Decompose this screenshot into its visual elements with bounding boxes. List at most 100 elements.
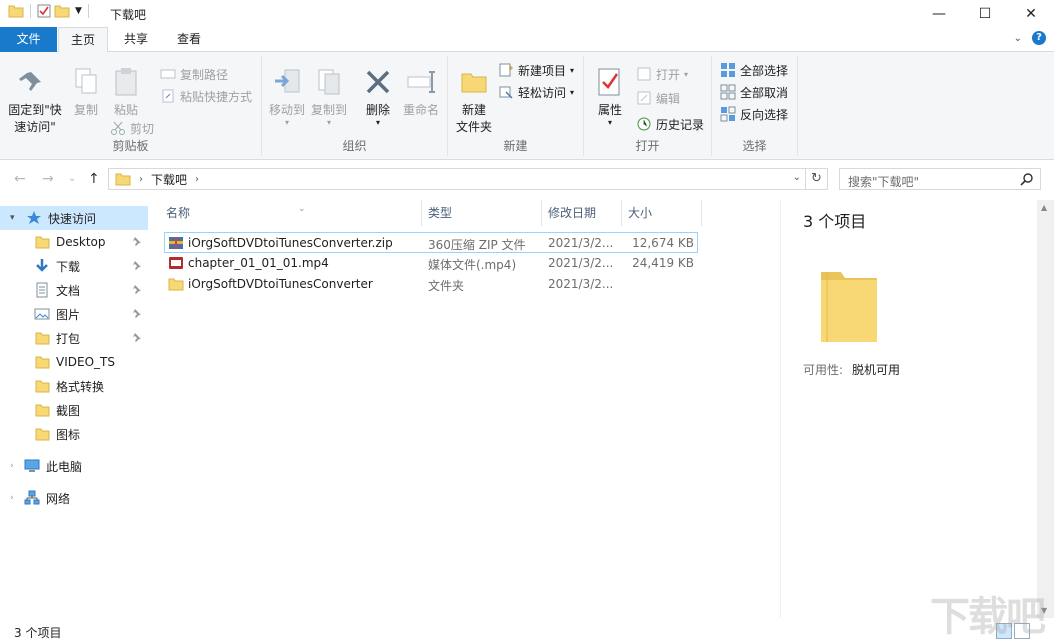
new-group: 新建 文件夹 新建项目 ▾ 轻松访问 ▾ 新建 — [448, 56, 584, 156]
picture-icon — [34, 308, 50, 320]
nav-item-video-ts[interactable]: VIDEO_TS — [0, 350, 148, 374]
address-bar[interactable]: › 下载吧 › ⌄ ↻ — [108, 168, 828, 190]
pin-icon[interactable] — [132, 236, 142, 246]
nav-item-downloads[interactable]: 下载 — [0, 254, 148, 278]
paste-button[interactable]: 粘贴 — [108, 66, 144, 119]
up-arrow-icon[interactable]: ↑ — [88, 171, 100, 187]
help-icon[interactable]: ? — [1032, 31, 1046, 45]
copy-label: 复制 — [73, 103, 98, 117]
copy-path-label: 复制路径 — [180, 67, 229, 82]
properties-qat-icon[interactable] — [37, 4, 51, 18]
open-button[interactable]: 打开 ▾ — [636, 64, 688, 84]
maximize-button[interactable]: ☐ — [962, 0, 1008, 27]
ribbon-tabs: 文件 主页 共享 查看 ⌄ ? — [0, 27, 1054, 53]
select-none-icon — [720, 84, 736, 100]
pin-icon[interactable] — [132, 284, 142, 294]
new-folder-qat-icon[interactable] — [54, 4, 70, 18]
file-date: 2021/3/2... — [548, 277, 614, 291]
copy-to-icon — [318, 69, 340, 95]
tab-file[interactable]: 文件 — [0, 27, 57, 52]
column-header-size[interactable]: 大小 — [622, 200, 702, 226]
column-header-type[interactable]: 类型 — [422, 200, 542, 226]
history-button[interactable]: 历史记录 — [636, 114, 704, 134]
edit-button[interactable]: 编辑 — [636, 88, 680, 108]
minimize-button[interactable]: — — [916, 0, 962, 27]
refresh-icon[interactable]: ↻ — [805, 169, 827, 189]
invert-selection-button[interactable]: 反向选择 — [720, 104, 788, 124]
ribbon-expand-icon[interactable]: ⌄ — [1014, 33, 1022, 44]
table-row[interactable]: iOrgSoftDVDtoiTunesConverter.zip 360压缩 Z… — [164, 232, 698, 253]
move-to-button[interactable]: 移动到 ▾ — [266, 66, 308, 127]
pin-quick-access-button[interactable]: 固定到"快 速访问" — [6, 66, 64, 136]
nav-item-label: 文档 — [56, 283, 81, 298]
tab-share[interactable]: 共享 — [112, 27, 160, 52]
back-arrow-icon[interactable]: ← — [14, 171, 26, 187]
forward-arrow-icon[interactable]: → — [42, 171, 54, 187]
expand-chevron-icon[interactable]: › — [10, 493, 14, 503]
select-all-button[interactable]: 全部选择 — [720, 60, 788, 80]
pin-icon[interactable] — [132, 260, 142, 270]
nav-item-network[interactable]: › 网络 — [0, 486, 148, 510]
rename-button[interactable]: 重命名 — [400, 66, 442, 119]
pin-icon[interactable] — [132, 308, 142, 318]
scissors-icon — [111, 121, 125, 135]
breadcrumb-chevron-icon[interactable]: › — [139, 174, 143, 185]
cut-button[interactable]: 剪切 — [110, 118, 154, 138]
nav-item-documents[interactable]: 文档 — [0, 278, 148, 302]
table-row[interactable]: chapter_01_01_01.mp4 媒体文件(.mp4) 2021/3/2… — [164, 253, 698, 274]
paste-shortcut-button[interactable]: 粘贴快捷方式 — [160, 86, 252, 106]
expand-chevron-icon[interactable]: › — [10, 461, 14, 471]
invert-selection-label: 反向选择 — [740, 107, 789, 122]
breadcrumb-current[interactable]: 下载吧 — [151, 171, 187, 188]
select-none-button[interactable]: 全部取消 — [720, 82, 788, 102]
nav-item-format-convert[interactable]: 格式转换 — [0, 374, 148, 398]
zip-icon — [169, 237, 183, 249]
copy-button[interactable]: 复制 — [68, 66, 104, 119]
easy-access-button[interactable]: 轻松访问 ▾ — [498, 82, 574, 102]
recent-locations-chevron-icon[interactable]: ⌄ — [68, 173, 76, 184]
folder-icon — [168, 278, 184, 291]
quick-access-toolbar: ▼ — [8, 4, 92, 18]
nav-item-icons[interactable]: 图标 — [0, 422, 148, 446]
delete-button[interactable]: 删除 ▾ — [360, 66, 396, 127]
pin-icon — [19, 72, 41, 91]
nav-item-screenshots[interactable]: 截图 — [0, 398, 148, 422]
column-header-date[interactable]: 修改日期 — [542, 200, 622, 226]
rename-label: 重命名 — [402, 103, 439, 117]
download-icon — [36, 259, 48, 272]
nav-item-pack[interactable]: 打包 — [0, 326, 148, 350]
nav-item-desktop[interactable]: Desktop — [0, 230, 148, 254]
new-folder-button[interactable]: 新建 文件夹 — [452, 66, 496, 136]
search-icon[interactable] — [1020, 172, 1034, 186]
new-item-button[interactable]: 新建项目 ▾ — [498, 60, 574, 80]
copy-path-button[interactable]: 复制路径 — [160, 64, 228, 84]
nav-item-quick-access[interactable]: ▾ 快速访问 — [0, 206, 148, 230]
qat-dropdown-icon[interactable]: ▼ — [75, 6, 82, 16]
breadcrumb-chevron-icon[interactable]: › — [195, 174, 199, 185]
vertical-scrollbar[interactable]: ▲ ▼ — [1037, 200, 1054, 618]
organize-group: 移动到 ▾ 复制到 ▾ 删除 ▾ 重命名 组织 — [262, 56, 448, 156]
expand-chevron-icon[interactable]: ▾ — [10, 213, 15, 223]
delete-dropdown-icon: ▾ — [375, 118, 380, 127]
new-folder-label: 新建 文件夹 — [455, 103, 492, 134]
table-row[interactable]: iOrgSoftDVDtoiTunesConverter 文件夹 2021/3/… — [164, 274, 698, 295]
edit-icon — [637, 91, 651, 105]
tab-home[interactable]: 主页 — [58, 27, 108, 53]
nav-item-this-pc[interactable]: › 此电脑 — [0, 454, 148, 478]
select-none-label: 全部取消 — [740, 85, 789, 100]
address-dropdown-icon[interactable]: ⌄ — [793, 172, 801, 183]
nav-item-label: 快速访问 — [48, 211, 97, 226]
copy-to-label: 复制到 — [310, 103, 347, 117]
pin-icon[interactable] — [132, 332, 142, 342]
select-all-label: 全部选择 — [740, 63, 789, 78]
close-button[interactable]: ✕ — [1008, 0, 1054, 27]
tab-view[interactable]: 查看 — [164, 27, 214, 52]
search-box[interactable]: 搜索"下载吧" — [839, 168, 1041, 190]
file-type: 文件夹 — [428, 279, 465, 293]
status-item-count: 3 个项目 — [14, 626, 62, 640]
nav-item-pictures[interactable]: 图片 — [0, 302, 148, 326]
scroll-up-icon[interactable]: ▲ — [1041, 203, 1047, 212]
copy-to-button[interactable]: 复制到 ▾ — [308, 66, 350, 127]
properties-button[interactable]: 属性 ▾ — [590, 66, 630, 127]
column-header-name[interactable]: 名称 ⌄ — [160, 200, 422, 226]
